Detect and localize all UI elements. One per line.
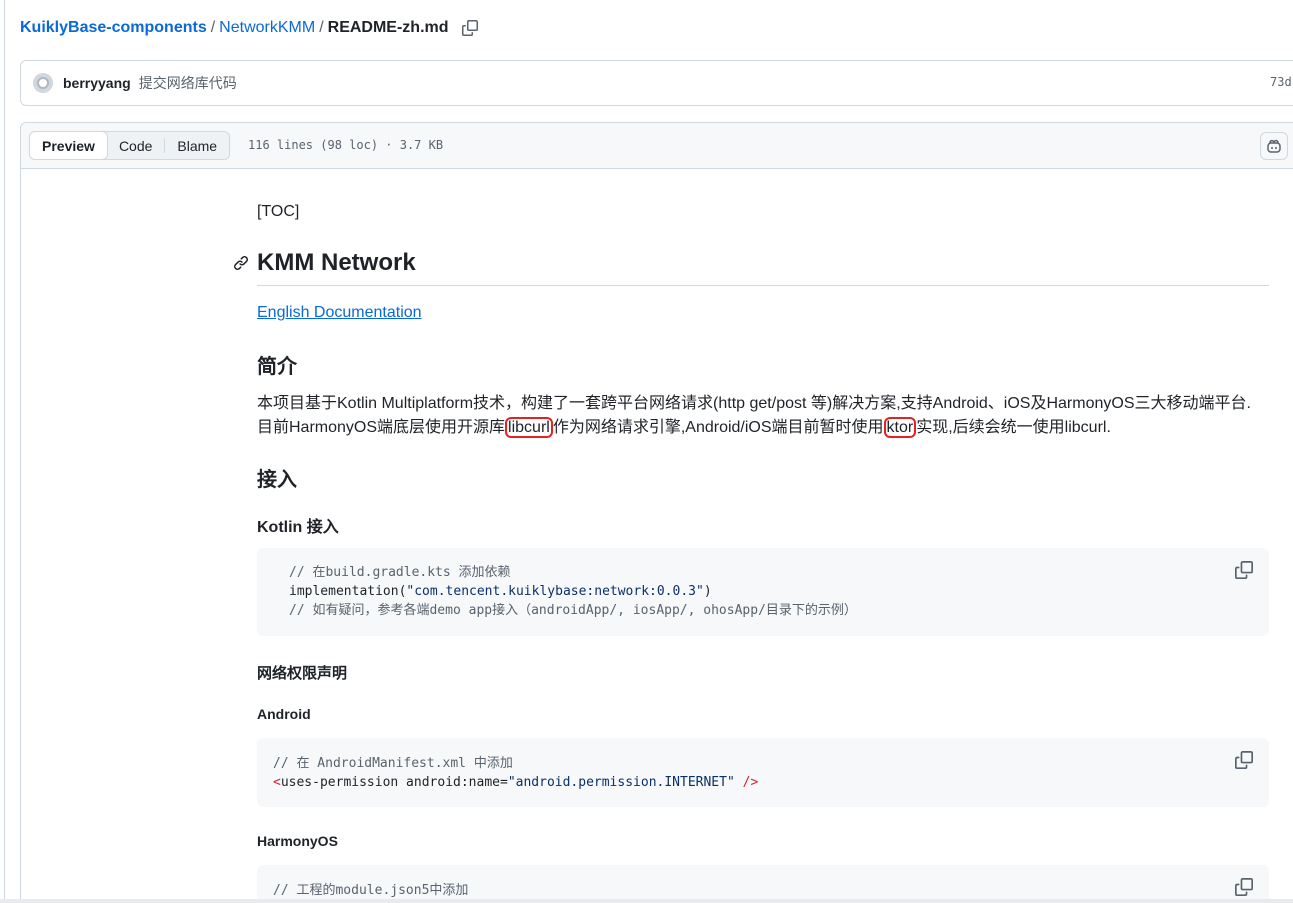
android-code-block: // 在 AndroidManifest.xml 中添加 <uses-permi… bbox=[257, 738, 1269, 807]
commit-message[interactable]: 提交网络库代码 bbox=[139, 73, 237, 93]
view-mode-toggle: Preview Code Blame bbox=[29, 131, 231, 160]
bottom-edge bbox=[0, 899, 1293, 903]
intro-text: 作为网络请求引擎,Android/iOS端目前暂时使用 bbox=[552, 419, 884, 436]
readme-title: KMM Network bbox=[257, 249, 416, 276]
divider bbox=[257, 285, 1269, 286]
copy-icon bbox=[461, 20, 478, 36]
access-heading: 接入 bbox=[257, 469, 297, 491]
breadcrumb-separator: / bbox=[210, 19, 216, 36]
permission-heading: 网络权限声明 bbox=[257, 665, 348, 682]
english-docs-link[interactable]: English Documentation bbox=[257, 304, 422, 322]
breadcrumb-repo-link[interactable]: KuiklyBase-components bbox=[20, 19, 207, 37]
breadcrumb-separator: / bbox=[319, 19, 324, 36]
copilot-icon bbox=[1267, 139, 1281, 153]
left-edge bbox=[0, 0, 5, 903]
file-header: Preview Code Blame 116 lines (98 loc) · … bbox=[21, 123, 1293, 169]
commit-author[interactable]: berryyang bbox=[63, 75, 131, 91]
latest-commit-bar: berryyang 提交网络库代码 73d bbox=[20, 60, 1293, 106]
android-heading: Android bbox=[257, 706, 311, 722]
code-line: // 如有疑问，参考各端demo app接入（androidApp/, iosA… bbox=[289, 603, 857, 618]
copilot-button[interactable] bbox=[1260, 132, 1288, 160]
intro-heading: 简介 bbox=[257, 356, 297, 378]
tab-code[interactable]: Code bbox=[107, 132, 164, 159]
kotlin-heading: Kotlin 接入 bbox=[257, 519, 339, 536]
breadcrumb-folder-link[interactable]: NetworkKMM bbox=[219, 19, 315, 37]
code-line: // 在build.gradle.kts 添加依赖 bbox=[289, 565, 511, 580]
code-line: <uses-permission android:name="android.p… bbox=[273, 775, 759, 790]
highlight-libcurl: libcurl bbox=[505, 417, 553, 438]
copy-icon[interactable] bbox=[1235, 878, 1253, 896]
code-line: // 在 AndroidManifest.xml 中添加 bbox=[273, 756, 513, 771]
avatar[interactable] bbox=[33, 73, 53, 93]
breadcrumb-file: README-zh.md bbox=[327, 19, 449, 36]
intro-paragraph: 本项目基于Kotlin Multiplatform技术，构建了一套跨平台网络请求… bbox=[257, 392, 1269, 440]
highlight-ktor: ktor bbox=[883, 417, 917, 438]
tab-preview[interactable]: Preview bbox=[29, 131, 108, 160]
copy-icon[interactable] bbox=[1235, 751, 1253, 769]
copy-icon[interactable] bbox=[1235, 561, 1253, 579]
copy-path-button[interactable] bbox=[461, 19, 479, 37]
breadcrumb: KuiklyBase-components / NetworkKMM / REA… bbox=[20, 17, 479, 39]
commit-hash[interactable]: 73d bbox=[1270, 75, 1292, 89]
link-icon[interactable] bbox=[233, 255, 249, 271]
file-meta: 116 lines (98 loc) · 3.7 KB bbox=[248, 138, 444, 152]
tab-blame[interactable]: Blame bbox=[165, 132, 229, 159]
code-line: // 工程的module.json5中添加 bbox=[273, 883, 469, 898]
harmony-heading: HarmonyOS bbox=[257, 833, 338, 849]
intro-text: 实现,后续会统一使用libcurl. bbox=[916, 419, 1111, 436]
harmony-code-block: // 工程的module.json5中添加 bbox=[257, 865, 1269, 903]
code-line: implementation("com.tencent.kuiklybase:n… bbox=[289, 584, 712, 599]
kotlin-code-block: // 在build.gradle.kts 添加依赖 implementation… bbox=[257, 548, 1269, 636]
toc-text: [TOC] bbox=[257, 203, 300, 220]
